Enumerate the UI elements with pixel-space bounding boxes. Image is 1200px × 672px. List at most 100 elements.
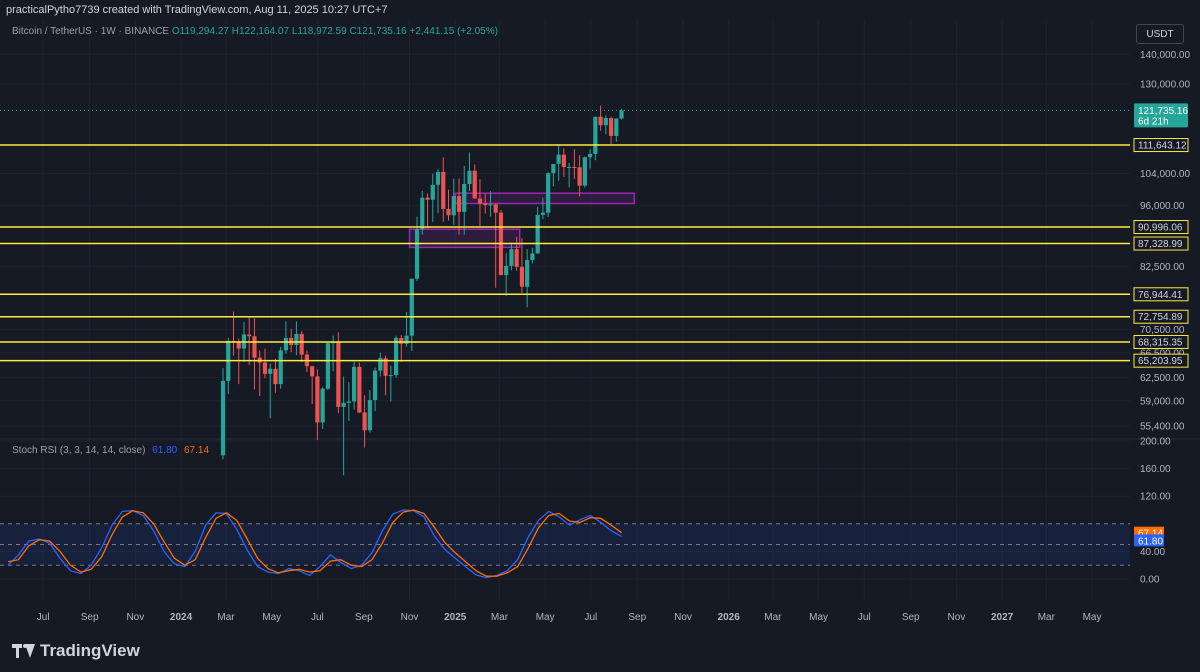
time-axis: Jul Sep Nov 2024 Mar May Jul Sep Nov 2025 Mar May Ju… [37,612,1102,623]
candle-body [582,157,587,186]
price-axis-tick-label: 104,000.00 [1140,169,1190,180]
stoch-k-value: 61.80 [152,445,178,456]
candle-body [425,197,430,200]
candle-body [315,376,320,423]
grid-lines [0,20,1130,600]
time-axis-tick-label: Nov [401,612,419,623]
price-axis-tick-label: 140,000.00 [1140,50,1190,61]
candle-body [336,342,341,407]
level-price-label: 65,203.95 [1138,356,1183,367]
stoch-axis-tick-label: 200.00 [1140,437,1171,448]
currency-button[interactable]: USDT [1136,24,1184,44]
candle-body [441,171,446,209]
time-axis-tick-label: May [262,612,281,623]
candle-body [540,212,545,215]
candle-body [561,154,566,167]
candle-body [614,118,619,136]
candle-body [273,368,278,385]
time-axis-tick-label: Mar [491,612,509,623]
footer-bar: TradingView [0,632,1200,672]
candle-body [456,196,462,212]
level-price-label: 76,944.41 [1138,290,1183,301]
candle-body [551,163,556,174]
price-axis-tick-label: 62,500.00 [1140,373,1185,384]
stoch-rsi-name: Stoch RSI (3, 3, 14, 14, close) [12,445,146,456]
candle-body [414,229,420,279]
time-axis-tick-label: Mar [764,612,782,623]
candle-body [220,380,226,456]
time-axis-tick-label: Mar [1038,612,1056,623]
candle-body [268,368,273,374]
candles [220,105,624,476]
candle-body [278,350,283,385]
candle-body [608,118,614,136]
symbol-name: Bitcoin / TetherUS · 1W · BINANCE [12,26,170,37]
time-axis-tick-label: Jul [858,612,871,623]
time-axis-tick-label: May [536,612,555,623]
stoch-axis-tick-label: 160.00 [1140,464,1171,475]
price-chart[interactable]: 140,000.00 130,000.00 104,000.00 96,000.00 8… [0,0,1200,632]
high-value: H122,164.07 [231,26,290,37]
candle-body [567,166,572,168]
candle-body [525,260,530,287]
candle-body [252,336,257,358]
low-value: L118,972.59 [291,26,347,37]
change-value: +2,441.15 (+2.05%) [409,26,498,37]
candle-body [283,337,289,351]
candle-body [577,167,582,186]
candle-body [514,249,519,267]
price-axis-tick-label: 55,400.00 [1140,422,1185,433]
candle-body [519,266,525,287]
candle-body [603,118,608,126]
candle-body [320,388,325,423]
candle-body [509,249,514,266]
time-axis-tick-label: Sep [81,612,99,623]
candle-body [367,400,372,431]
time-axis-tick-label: Nov [126,612,144,623]
candle-body [446,208,451,216]
candle-body [483,203,488,206]
candle-body [504,265,509,276]
candle-body [388,375,393,377]
symbol-legend: Bitcoin / TetherUS · 1W · BINANCE O119,2… [12,26,498,37]
stoch-d-value: 67.14 [184,445,210,456]
stoch-axis-tick-label: 120.00 [1140,492,1171,503]
candle-body [472,170,477,199]
stoch-rsi-legend: Stoch RSI (3, 3, 14, 14, close) 61.80 67… [12,445,209,456]
price-axis-tick-label: 59,000.00 [1140,396,1185,407]
price-axis-tick-label: 130,000.00 [1140,80,1190,91]
time-axis-tick-label: Sep [902,612,920,623]
candle-body [493,204,498,213]
time-axis-tick-label: 2024 [170,612,193,623]
time-axis-tick-label: 2026 [718,612,741,623]
stoch-k-axis-label: 61.80 [1138,536,1163,547]
candle-body [294,333,299,346]
candle-body [451,196,456,216]
candle-body [598,116,603,126]
candle-body [430,184,435,200]
current-price-label: 121,735.16 [1138,106,1188,117]
level-price-label: 68,315.35 [1138,337,1183,348]
time-axis-tick-label: Nov [948,612,966,623]
price-axis-tick-label: 82,500.00 [1140,262,1185,273]
candle-body [409,278,414,336]
candle-body [420,197,425,230]
time-axis-tick-label: Sep [628,612,646,623]
stoch-axis: 200.00 160.00 120.00 40.00 0.00 [1140,437,1171,586]
time-axis-tick-label: Mar [217,612,235,623]
tradingview-logo[interactable]: TradingView [12,641,140,661]
level-price-label: 87,328.99 [1138,239,1183,250]
candle-body [556,154,561,164]
close-value: C121,735.16 [349,26,407,37]
candle-body [488,204,493,206]
stoch-axis-tick-label: 40.00 [1140,547,1165,558]
time-axis-tick-label: Jul [311,612,324,623]
supply-demand-zone [454,192,636,205]
level-price-label: 90,996.06 [1138,223,1183,234]
candle-body [587,153,593,158]
candle-body [341,402,346,407]
time-axis-tick-label: 2027 [991,612,1014,623]
candle-body [619,110,624,119]
bar-countdown-label: 6d 21h [1138,116,1169,127]
price-axis-tick-label: 70,500.00 [1140,325,1185,336]
